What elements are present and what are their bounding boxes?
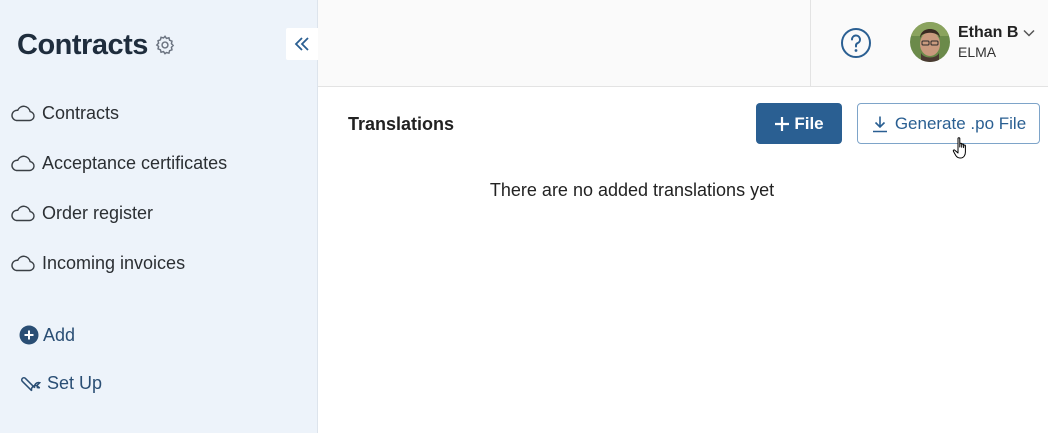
user-menu[interactable]: Ethan B ELMA: [910, 22, 1035, 62]
cloud-icon: [10, 104, 36, 122]
cloud-icon: [10, 154, 36, 172]
setup-button[interactable]: Set Up: [19, 370, 102, 396]
add-file-label: File: [794, 113, 824, 133]
sidebar-item-order-register[interactable]: Order register: [10, 198, 227, 228]
cloud-icon: [10, 204, 36, 222]
avatar: [910, 22, 950, 62]
hand-cursor-icon: [952, 137, 966, 159]
gear-icon[interactable]: [153, 33, 177, 57]
double-chevron-left-icon: [294, 37, 309, 51]
user-text: Ethan B ELMA: [958, 23, 1018, 61]
page-title: Translations: [348, 114, 455, 134]
collapse-sidebar-button[interactable]: [286, 28, 318, 60]
setup-label: Set Up: [47, 372, 103, 393]
add-label: Add: [43, 324, 76, 345]
topbar-divider: [810, 0, 811, 87]
sidebar-item-incoming-invoices[interactable]: Incoming invoices: [10, 248, 227, 278]
sidebar-item-acceptance-certificates[interactable]: Acceptance certificates: [10, 148, 227, 178]
add-app-button[interactable]: Add: [19, 322, 75, 348]
download-icon: [872, 116, 887, 132]
user-org: ELMA: [958, 44, 997, 60]
sidebar-nav: Contracts Acceptance certificates Order …: [10, 98, 227, 298]
sidebar-item-label: Order register: [42, 202, 154, 223]
wrench-icon: [20, 376, 42, 392]
sidebar-item-contracts[interactable]: Contracts: [10, 98, 227, 128]
cloud-icon: [10, 254, 36, 272]
sidebar: Contracts Contracts Acceptance certifica…: [0, 0, 318, 433]
empty-state-message: There are no added translations yet: [489, 180, 775, 200]
help-button[interactable]: [840, 27, 872, 59]
sidebar-item-label: Acceptance certificates: [42, 152, 228, 173]
add-file-button[interactable]: File: [756, 103, 842, 144]
app-title-row: Contracts: [17, 28, 177, 62]
help-icon: [841, 28, 871, 58]
user-name: Ethan B: [958, 24, 1019, 41]
sidebar-item-label: Incoming invoices: [42, 252, 186, 273]
plus-circle-icon: [19, 325, 39, 345]
chevron-down-icon: [1023, 29, 1035, 37]
generate-po-file-button[interactable]: Generate .po File: [857, 103, 1040, 144]
app-title: Contracts: [17, 28, 148, 61]
top-bar: Ethan B ELMA: [318, 0, 1048, 87]
generate-po-file-label: Generate .po File: [894, 113, 1027, 133]
sidebar-item-label: Contracts: [42, 102, 120, 123]
main-content: Translations File Generate .po File Ther…: [318, 88, 1048, 433]
plus-icon: [775, 116, 790, 131]
